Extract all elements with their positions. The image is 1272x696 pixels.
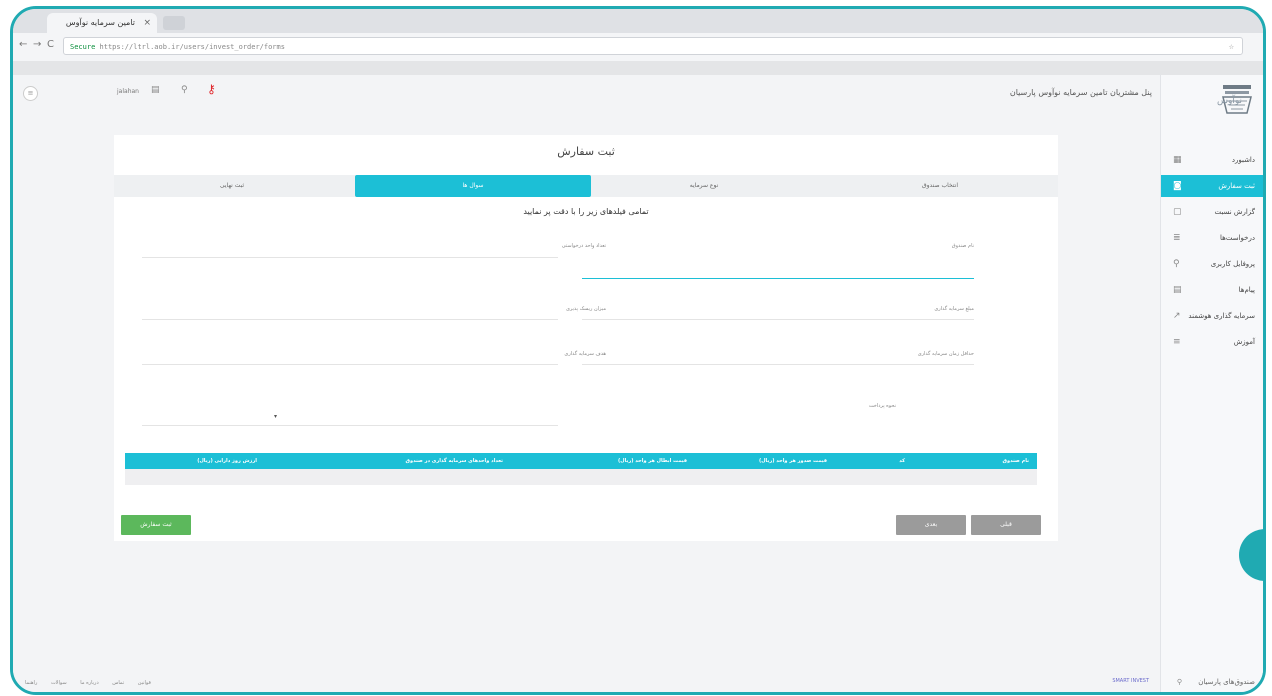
chart-icon: ↗ xyxy=(1173,311,1181,321)
back-icon[interactable]: ← xyxy=(19,39,27,50)
book-icon: ≡ xyxy=(1173,337,1181,347)
table-header-cell: قیمت ابطال هر واحد (ریال) xyxy=(617,458,687,464)
step-questions[interactable]: سوال ها xyxy=(355,175,591,197)
sidebar-item-profile[interactable]: پروفایل کاربری ⚲ xyxy=(1161,253,1263,275)
info-icon: ⚲ xyxy=(1176,678,1182,686)
sidebar-item-messages[interactable]: پیام‌ها ▤ xyxy=(1161,279,1263,301)
browser-tab[interactable]: تامین سرمایه نوآوس پارسیان × xyxy=(47,13,157,47)
secure-label: Secure xyxy=(70,43,96,51)
footer-link[interactable]: قوانین xyxy=(138,680,151,686)
list-icon: ≣ xyxy=(1173,233,1181,243)
footer-link[interactable]: سوالات xyxy=(51,680,67,686)
field-label-fund-name: نام صندوق xyxy=(951,243,974,249)
chat-bubble[interactable] xyxy=(1239,529,1263,581)
svg-text:نوآوس: نوآوس xyxy=(1217,94,1242,106)
table-header-cell: نام صندوق xyxy=(1002,458,1030,464)
table-header-cell: ارزش روز دارایی (ریال) xyxy=(197,458,257,464)
close-icon[interactable]: × xyxy=(143,13,151,33)
top-header: ≡ jalahan ▤ ⚲ ⚷ پنل مشتریان تامین سرمایه… xyxy=(13,75,1160,119)
funds-table-header: نام صندوق کد قیمت صدور هر واحد (ریال) قی… xyxy=(125,453,1037,469)
user-icon: ⚲ xyxy=(1173,259,1180,269)
footer-brand[interactable]: SMART INVEST xyxy=(1112,678,1149,684)
footer-link[interactable]: درباره ما xyxy=(80,680,98,686)
sidebar-footer-label: صندوق‌های پارسیان xyxy=(1198,678,1255,686)
sidebar-item-label: داشبورد xyxy=(1231,156,1255,164)
sidebar-item-label: آموزش xyxy=(1233,338,1255,346)
table-row xyxy=(125,469,1037,485)
sidebar-item-label: گزارش نسبت xyxy=(1214,208,1255,216)
reload-icon[interactable]: C xyxy=(47,39,54,50)
chevron-down-icon[interactable]: ▾ xyxy=(274,413,277,420)
order-form-card: ثبت سفارش انتخاب صندوق نوع سرمایه سوال ه… xyxy=(114,135,1058,541)
step-investment-type[interactable]: نوع سرمایه xyxy=(586,175,822,197)
form-title: ثبت سفارش xyxy=(557,145,615,158)
sidebar-item-smart-invest[interactable]: سرمایه گذاری هوشمند ↗ xyxy=(1161,305,1263,327)
min-time-input[interactable] xyxy=(582,364,974,365)
key-icon[interactable]: ⚷ xyxy=(207,82,216,96)
field-label-min-time: حداقل زمان سرمایه گذاری xyxy=(917,351,974,357)
sidebar-item-dashboard[interactable]: داشبورد ▦ xyxy=(1161,149,1263,171)
document-icon: ▢ xyxy=(1173,207,1182,217)
sidebar-item-requests[interactable]: درخواست‌ها ≣ xyxy=(1161,227,1263,249)
sidebar-footer[interactable]: صندوق‌های پارسیان ⚲ xyxy=(1177,678,1255,686)
previous-button[interactable]: قبلی xyxy=(971,515,1041,535)
table-header-cell: قیمت صدور هر واحد (ریال) xyxy=(758,458,827,464)
page-header-title: پنل مشتریان تامین سرمایه نوآوس پارسیان xyxy=(1009,88,1152,97)
risk-input[interactable] xyxy=(142,319,558,320)
sidebar-item-report[interactable]: گزارش نسبت ▢ xyxy=(1161,201,1263,223)
footer-link[interactable]: تماس xyxy=(112,680,124,686)
sidebar-item-new-order[interactable]: ثبت سفارش ◙ xyxy=(1161,175,1263,197)
sidebar-item-training[interactable]: آموزش ≡ xyxy=(1161,331,1263,353)
company-logo: نوآوس xyxy=(1217,85,1252,114)
amount-input[interactable] xyxy=(582,319,974,320)
field-label-amount: مبلغ سرمایه گذاری xyxy=(934,306,974,312)
app-area: ≡ jalahan ▤ ⚲ ⚷ پنل مشتریان تامین سرمایه… xyxy=(13,75,1263,692)
forward-icon[interactable]: → xyxy=(33,39,41,50)
screenshot-frame: تامین سرمایه نوآوس پارسیان × ← → C Secur… xyxy=(10,6,1266,695)
table-header-cell: تعداد واحدهای سرمایه گذاری در صندوق xyxy=(405,458,503,464)
url-text: https://ltrl.aob.ir/users/invest_order/f… xyxy=(99,43,285,51)
new-tab-button[interactable] xyxy=(163,16,185,30)
cart-icon: ◙ xyxy=(1173,181,1182,191)
field-label-risk: میزان ریسک پذیری xyxy=(565,306,606,312)
sidebar-item-label: پیام‌ها xyxy=(1238,286,1255,294)
sidebar-item-label: ثبت سفارش xyxy=(1218,182,1255,190)
payment-select[interactable] xyxy=(142,425,558,426)
field-label-units: تعداد واحد درخواستی xyxy=(561,243,606,249)
browser-address-bar: ← → C Secure https://ltrl.aob.ir/users/i… xyxy=(13,33,1263,62)
browser-tab-bar: تامین سرمایه نوآوس پارسیان × xyxy=(13,9,1263,47)
field-label-goal: هدف سرمایه گذاری xyxy=(564,351,606,357)
form-subtitle: تمامی فیلدهای زیر را با دقت پر نمایید xyxy=(523,207,649,216)
sidebar-item-label: درخواست‌ها xyxy=(1220,234,1255,242)
url-input[interactable]: Secure https://ltrl.aob.ir/users/invest_… xyxy=(63,37,1243,55)
messages-icon[interactable]: ▤ xyxy=(151,85,160,95)
goal-input[interactable] xyxy=(142,364,558,365)
submit-order-button[interactable]: ثبت سفارش xyxy=(121,515,191,535)
mail-icon: ▤ xyxy=(1173,285,1182,295)
next-button[interactable]: بعدی xyxy=(896,515,966,535)
sidebar-item-label: پروفایل کاربری xyxy=(1210,260,1255,268)
step-final[interactable]: ثبت نهایی xyxy=(114,175,350,197)
username[interactable]: jalahan xyxy=(117,88,139,95)
toolbar-strip xyxy=(13,61,1263,75)
star-icon[interactable]: ☆ xyxy=(1229,38,1234,56)
fund-name-input[interactable] xyxy=(582,278,974,279)
sidebar: نوآوس داشبورد ▦ ثبت سفارش ◙ گزارش نسبت ▢… xyxy=(1160,75,1263,692)
menu-toggle-icon[interactable]: ≡ xyxy=(23,86,38,101)
field-label-payment: نحوه پرداخت xyxy=(868,403,896,409)
step-select-fund[interactable]: انتخاب صندوق xyxy=(822,175,1058,197)
wizard-steps: انتخاب صندوق نوع سرمایه سوال ها ثبت نهای… xyxy=(114,175,1058,197)
user-icon[interactable]: ⚲ xyxy=(181,85,188,95)
units-input[interactable] xyxy=(142,257,558,258)
grid-icon: ▦ xyxy=(1173,155,1182,165)
footer-links: قوانین تماس درباره ما سوالات راهنما xyxy=(25,680,163,686)
table-header-cell: کد xyxy=(899,458,905,464)
footer-link[interactable]: راهنما xyxy=(25,680,37,686)
sidebar-item-label: سرمایه گذاری هوشمند xyxy=(1188,312,1255,320)
